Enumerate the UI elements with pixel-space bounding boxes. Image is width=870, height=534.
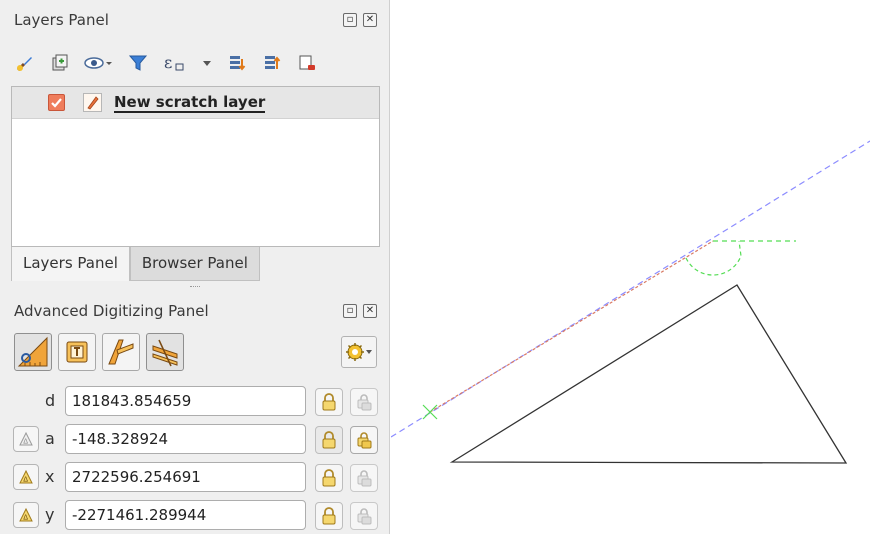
- layers-toolbar: ε: [14, 52, 318, 74]
- construction-guide-line: [390, 140, 870, 438]
- layer-visibility-checkbox[interactable]: [48, 94, 65, 111]
- lock-icon[interactable]: [315, 388, 343, 416]
- field-label-y: y: [45, 505, 55, 524]
- relative-coordinate-icon[interactable]: Δ: [13, 502, 39, 528]
- y-coordinate-input[interactable]: [65, 500, 306, 530]
- field-row-x: Δ x: [0, 462, 390, 494]
- advanced-digitizing-toolbar: [14, 333, 184, 371]
- layer-name[interactable]: New scratch layer: [114, 93, 266, 113]
- close-panel-icon[interactable]: ✕: [363, 13, 377, 27]
- relative-angle-icon[interactable]: Δ: [13, 426, 39, 452]
- layer-tree[interactable]: New scratch layer: [11, 86, 380, 247]
- svg-text:Δ: Δ: [23, 438, 28, 446]
- svg-text:Δ: Δ: [23, 476, 28, 484]
- float-panel-icon[interactable]: ▫: [343, 13, 357, 27]
- layer-row[interactable]: New scratch layer: [12, 87, 379, 119]
- lock-icon[interactable]: [315, 464, 343, 492]
- advanced-digitizing-title: Advanced Digitizing Panel: [14, 302, 209, 320]
- svg-text:ε: ε: [164, 53, 172, 72]
- angle-input[interactable]: [65, 424, 306, 454]
- map-canvas[interactable]: [390, 0, 870, 534]
- vertex-marker: [422, 404, 438, 420]
- collapse-all-icon[interactable]: [261, 52, 283, 74]
- float-panel-icon[interactable]: ▫: [343, 304, 357, 318]
- angle-arc: [685, 240, 742, 276]
- snapping-settings-icon[interactable]: [341, 336, 377, 368]
- svg-text:Δ: Δ: [23, 514, 28, 522]
- parallel-icon[interactable]: [102, 333, 140, 371]
- dock-splitter-handle[interactable]: [190, 286, 200, 289]
- layers-panel-title-buttons: ▫ ✕: [343, 13, 377, 27]
- remove-layer-icon[interactable]: [296, 52, 318, 74]
- triangle-feature: [449, 284, 848, 464]
- dock-tabs: Layers Panel Browser Panel: [11, 247, 260, 281]
- field-row-y: Δ y: [0, 500, 390, 532]
- repeat-lock-icon[interactable]: [350, 464, 378, 492]
- field-row-a: Δ a: [0, 424, 390, 456]
- close-panel-icon[interactable]: ✕: [363, 304, 377, 318]
- tab-browser-panel[interactable]: Browser Panel: [129, 247, 260, 281]
- field-label-d: d: [45, 391, 56, 410]
- tab-layers-panel[interactable]: Layers Panel: [11, 247, 130, 281]
- field-label-x: x: [45, 467, 55, 486]
- parallel-perpendicular-icon[interactable]: [58, 333, 96, 371]
- repeat-lock-icon[interactable]: [350, 502, 378, 530]
- left-dock: Layers Panel ▫ ✕ ε New scratch layer Lay…: [0, 0, 390, 534]
- lock-icon[interactable]: [315, 502, 343, 530]
- repeat-lock-icon[interactable]: [350, 426, 378, 454]
- editing-pencil-icon: [83, 93, 102, 112]
- parallel-lines-icon[interactable]: [146, 333, 184, 371]
- dropdown-arrow-icon[interactable]: [201, 52, 213, 74]
- visibility-eye-icon[interactable]: [84, 52, 114, 74]
- add-group-icon[interactable]: [49, 52, 71, 74]
- expression-filter-icon[interactable]: ε: [162, 52, 188, 74]
- relative-coordinate-icon[interactable]: Δ: [13, 464, 39, 490]
- layers-panel-title: Layers Panel: [14, 11, 109, 29]
- field-row-d: d: [0, 386, 390, 418]
- style-brush-icon[interactable]: [14, 52, 36, 74]
- distance-input[interactable]: [65, 386, 306, 416]
- filter-icon[interactable]: [127, 52, 149, 74]
- advanced-digitizing-title-buttons: ▫ ✕: [343, 304, 377, 318]
- construction-mode-icon[interactable]: [14, 333, 52, 371]
- repeat-lock-icon[interactable]: [350, 388, 378, 416]
- field-label-a: a: [45, 429, 55, 448]
- x-coordinate-input[interactable]: [65, 462, 306, 492]
- expand-all-icon[interactable]: [226, 52, 248, 74]
- lock-icon[interactable]: [315, 426, 343, 454]
